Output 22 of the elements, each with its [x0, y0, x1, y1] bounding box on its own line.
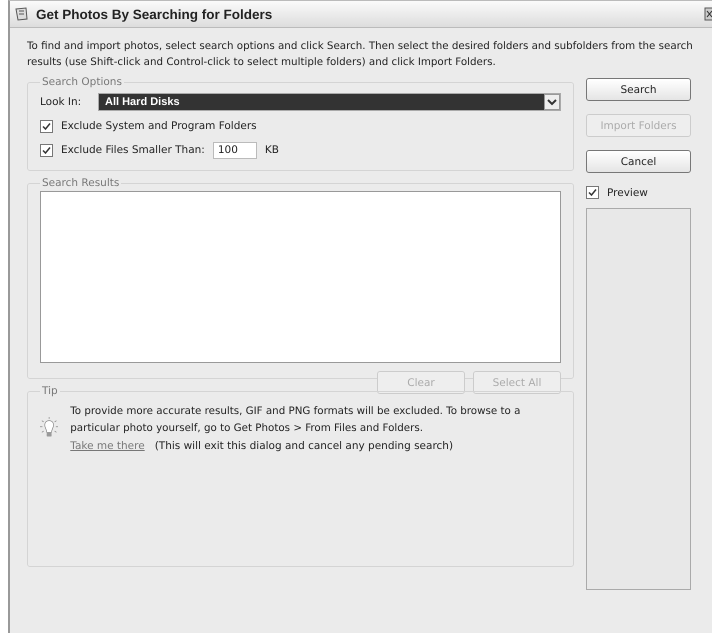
look-in-label: Look In:	[40, 96, 82, 108]
take-me-there-link[interactable]: Take me there	[70, 440, 145, 452]
checkbox[interactable]	[40, 120, 53, 132]
dialog-button[interactable]: Cancel	[586, 150, 691, 173]
preview-label: Preview	[607, 186, 648, 198]
checkbox-label: Exclude System and Program Folders	[61, 120, 257, 132]
instructions-text: To find and import photos, select search options and click Search. Then select the desired folders and subfolders from the search results (use Shift-click and Control-click to select multiple folders) and click Import Folders.	[27, 39, 694, 70]
window-title: Get Photos By Searching for Folders	[36, 6, 274, 22]
unit-label: KB	[264, 144, 279, 156]
dialog-button[interactable]: Search	[586, 78, 691, 101]
tip-note: (This will exit this dialog and cancel any pending search)	[154, 440, 454, 452]
checkbox[interactable]	[40, 144, 53, 156]
look-in-dropdown[interactable]: All Hard Disks	[98, 93, 561, 111]
group-legend: Tip	[40, 385, 60, 397]
size-input[interactable]: 100	[212, 142, 257, 158]
close-icon[interactable]	[704, 7, 712, 21]
tip-text: To provide more accurate results, GIF and PNG formats will be excluded. To browse to a particular photo yourself, go to Get Photos > From Files and Folders.	[70, 404, 522, 436]
group-legend: Search Options	[40, 76, 124, 88]
window-icon	[14, 6, 30, 22]
group-legend: Search Results	[40, 177, 122, 189]
checkbox-label: Exclude Files Smaller Than:	[61, 144, 205, 156]
checkbox[interactable]	[586, 186, 599, 199]
